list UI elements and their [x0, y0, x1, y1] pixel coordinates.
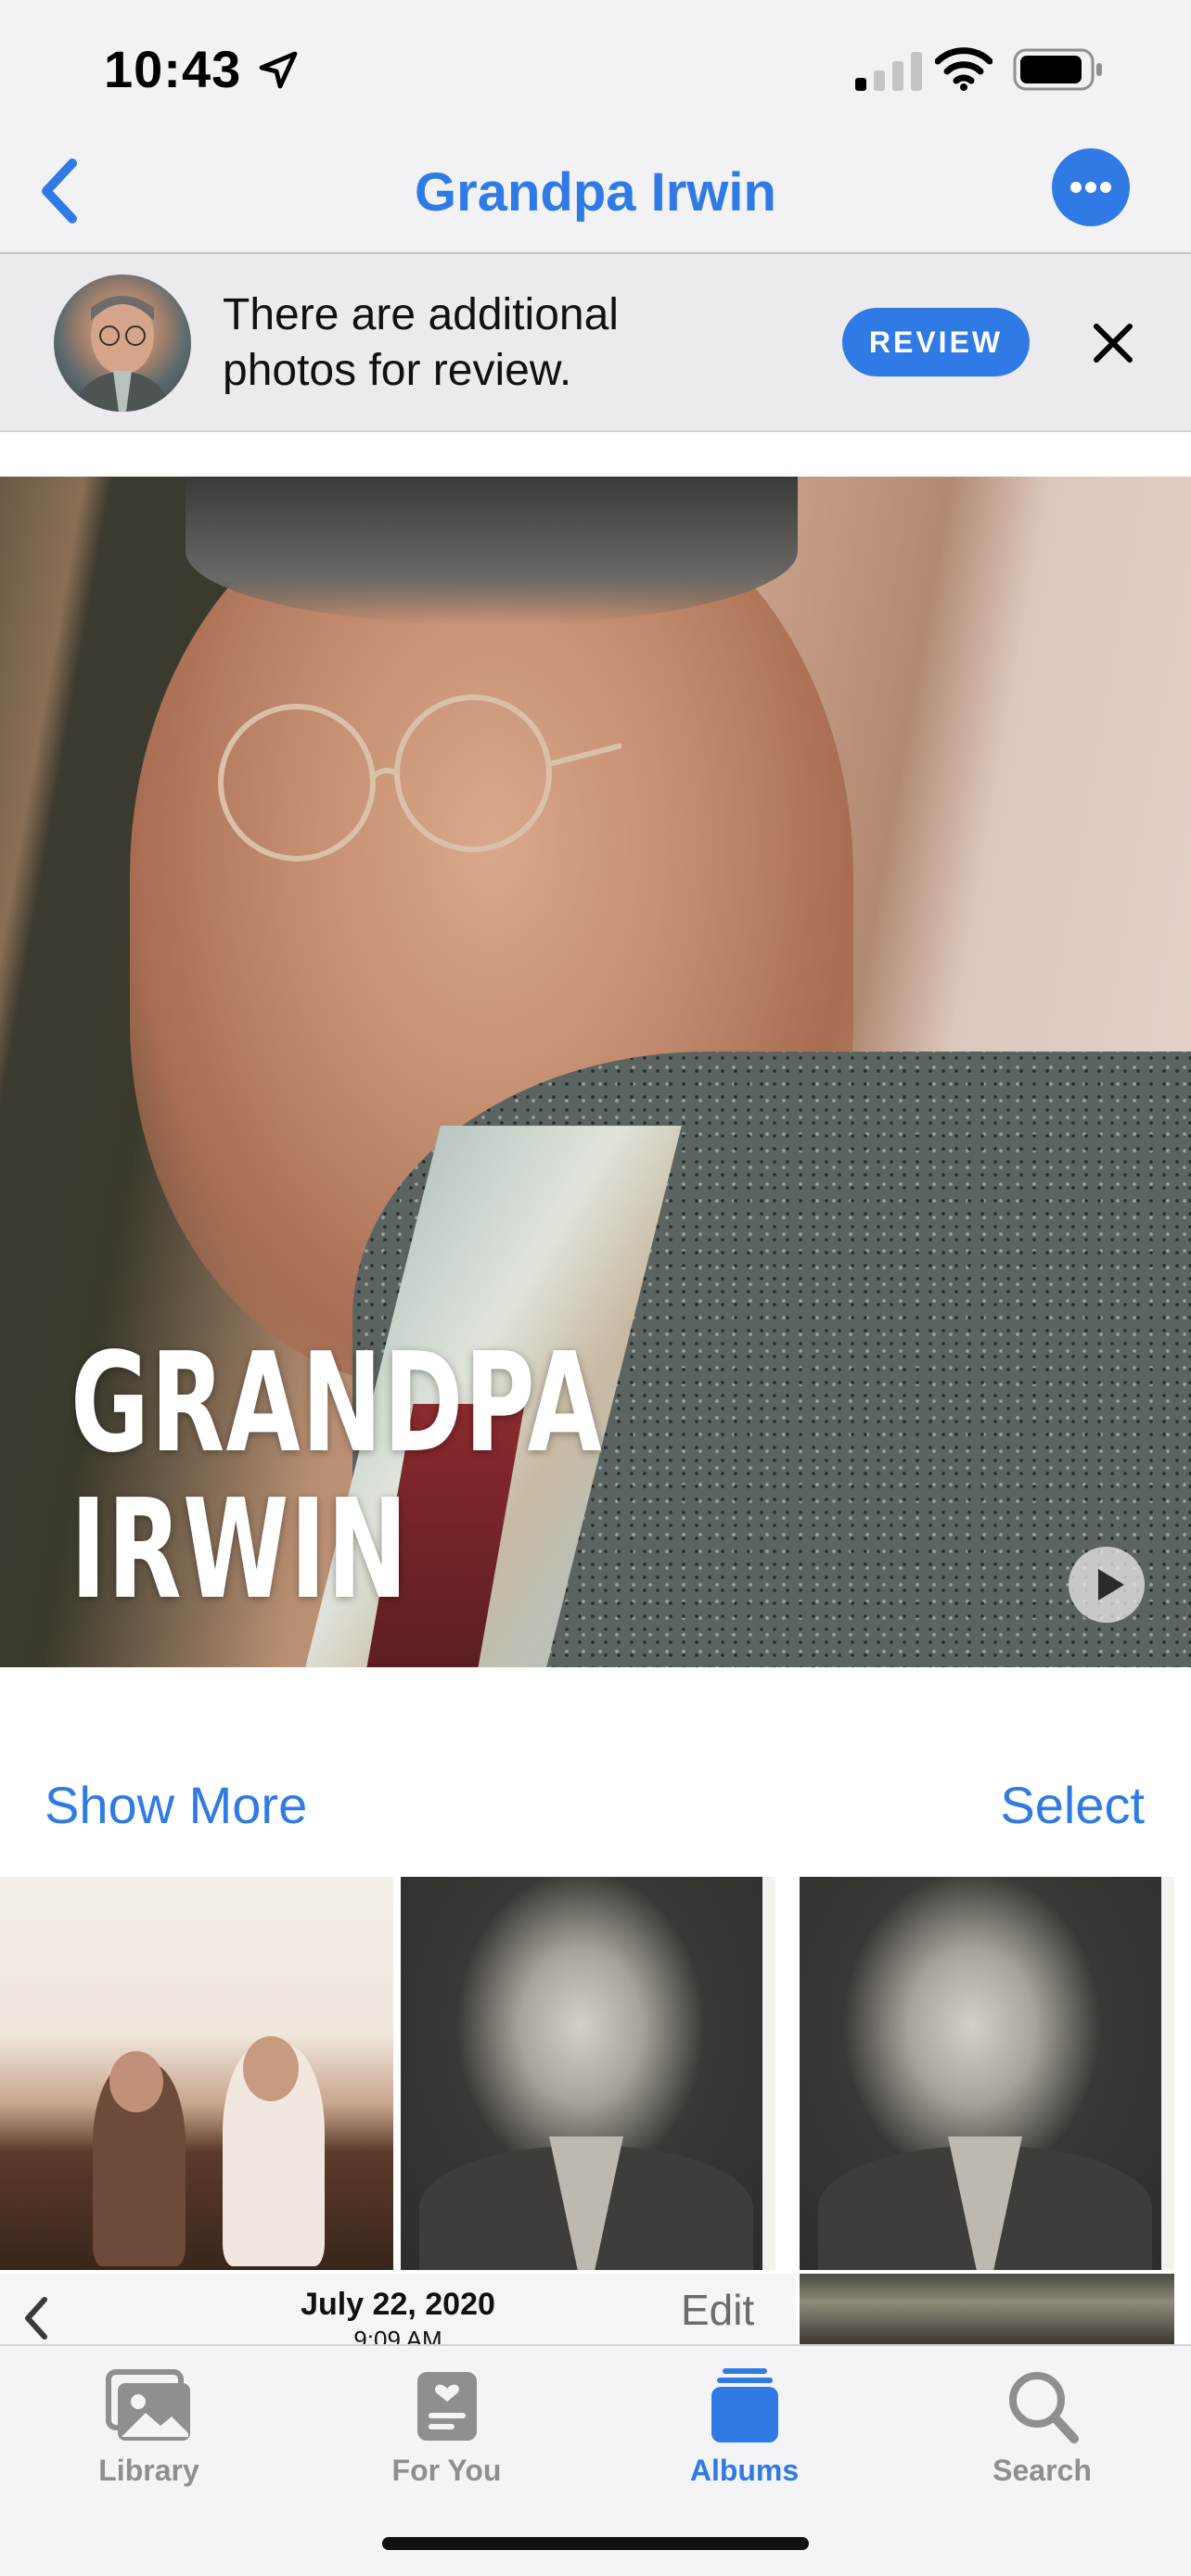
location-arrow-icon [259, 51, 298, 89]
wifi-icon [935, 47, 992, 91]
review-message: There are additional photos for review. [223, 290, 619, 395]
photo-thumbnail[interactable] [401, 1877, 775, 2270]
tab-library[interactable]: Library [0, 2346, 298, 2531]
photo-date: July 22, 2020 [301, 2287, 495, 2322]
search-icon [1008, 2372, 1079, 2443]
photo-library-icon [105, 2369, 190, 2441]
avatar [54, 274, 191, 412]
albums-icon [711, 2368, 778, 2442]
photo-thumbnail[interactable] [0, 1877, 393, 2270]
status-bar: 10:43 [0, 0, 1191, 139]
play-button[interactable] [1069, 1547, 1145, 1623]
tab-albums[interactable]: Albums [596, 2346, 893, 2531]
close-icon[interactable] [1083, 313, 1143, 373]
for-you-icon [416, 2372, 477, 2441]
ellipsis-icon [1070, 182, 1082, 193]
album-content: Show More Select July 22, 2020 9:09 AM E… [0, 1667, 1191, 2353]
tab-for-you[interactable]: For You [298, 2346, 596, 2531]
cellular-signal-icon [855, 52, 922, 91]
album-key-title: GRANDPA IRWIN [70, 1323, 604, 1629]
home-indicator[interactable] [382, 2537, 809, 2550]
tab-search[interactable]: Search [893, 2346, 1191, 2531]
photo-edit-bar: July 22, 2020 9:09 AM Edit [0, 2274, 796, 2353]
play-icon [1098, 1569, 1124, 1600]
select-button[interactable]: Select [1000, 1775, 1145, 1835]
key-photo[interactable]: GRANDPA IRWIN [0, 477, 1191, 1667]
page-title: Grandpa Irwin [415, 162, 776, 223]
photo-thumbnail[interactable] [800, 1877, 1174, 2270]
review-banner: There are additional photos for review. … [0, 254, 1191, 432]
status-time: 10:43 [104, 40, 242, 98]
review-button[interactable]: REVIEW [842, 308, 1030, 376]
more-options-button[interactable] [1052, 148, 1130, 226]
battery-icon [1013, 48, 1102, 91]
navigation-bar: Grandpa Irwin [0, 139, 1191, 254]
show-more-button[interactable]: Show More [45, 1775, 307, 1835]
edit-button[interactable]: Edit [681, 2285, 754, 2335]
photo-thumbnail[interactable] [800, 2274, 1174, 2344]
glasses-illustration [218, 695, 621, 861]
